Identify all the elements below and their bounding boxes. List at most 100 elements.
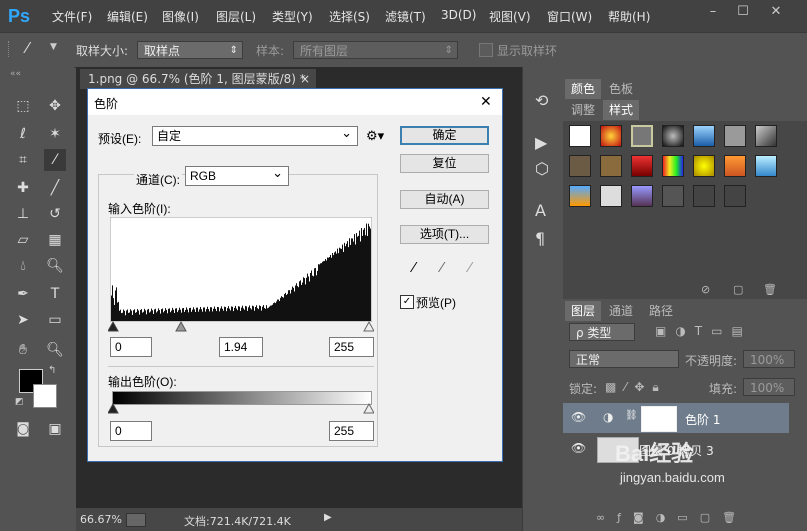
menu-type[interactable]: 类型(Y) bbox=[272, 8, 313, 25]
stamp-tool-icon[interactable]: ⊥ bbox=[12, 203, 34, 225]
move-tool-icon[interactable]: ✥ bbox=[44, 95, 66, 117]
document-tab[interactable]: 1.png @ 66.7% (色阶 1, 图层蒙版/8) * × bbox=[80, 69, 316, 89]
eyedropper-tool-icon[interactable]: ⁄ bbox=[44, 149, 66, 171]
menu-view[interactable]: 视图(V) bbox=[489, 8, 531, 25]
tab-layers[interactable]: 图层 bbox=[565, 301, 602, 321]
tab-adjustments[interactable]: 调整 bbox=[565, 100, 601, 120]
layer-row-selected[interactable]: 👁︎ ◑ ⛓︎ 色阶 1 bbox=[563, 403, 789, 433]
visibility-eye-icon[interactable]: 👁︎ bbox=[571, 410, 586, 424]
history-brush-tool-icon[interactable]: ↺ bbox=[44, 203, 66, 225]
style-swatch[interactable] bbox=[600, 185, 622, 207]
dodge-tool-icon[interactable]: 🔍︎ bbox=[44, 255, 66, 277]
style-swatch[interactable] bbox=[569, 185, 591, 207]
menu-window[interactable]: 窗口(W) bbox=[547, 8, 592, 25]
maximize-button[interactable]: ☐ bbox=[730, 2, 756, 22]
output-black-slider[interactable] bbox=[108, 403, 119, 414]
input-black-field[interactable]: 0 bbox=[110, 337, 152, 357]
close-tab-button[interactable]: × bbox=[300, 69, 310, 89]
brush-tool-icon[interactable]: ╱ bbox=[44, 177, 66, 199]
tab-color[interactable]: 颜色 bbox=[565, 79, 602, 99]
style-none-swatch[interactable] bbox=[569, 125, 591, 147]
tab-paths[interactable]: 路径 bbox=[643, 301, 679, 321]
style-swatch[interactable] bbox=[693, 185, 715, 207]
style-swatch[interactable] bbox=[569, 155, 591, 177]
input-white-field[interactable]: 255 bbox=[329, 337, 374, 357]
options-button[interactable]: 选项(T)... bbox=[400, 225, 489, 244]
tab-styles[interactable]: 样式 bbox=[603, 100, 640, 120]
actions-panel-icon[interactable]: ▶ bbox=[535, 133, 547, 152]
menu-select[interactable]: 选择(S) bbox=[329, 8, 370, 25]
zoom-level[interactable]: 66.67% bbox=[80, 513, 122, 526]
menu-help[interactable]: 帮助(H) bbox=[608, 8, 650, 25]
marquee-tool-icon[interactable]: ⬚ bbox=[12, 95, 34, 117]
opacity-input[interactable]: 100% bbox=[743, 350, 795, 368]
sample-select[interactable]: 所有图层 ⇕ bbox=[293, 41, 458, 59]
hand-tool-icon[interactable]: ✋︎ bbox=[12, 339, 34, 361]
menu-edit[interactable]: 编辑(E) bbox=[107, 8, 148, 25]
default-colors-icon[interactable]: ◩ bbox=[15, 397, 24, 407]
layer-filter-select[interactable]: ρ 类型 bbox=[569, 323, 635, 341]
close-window-button[interactable]: ✕ bbox=[763, 2, 789, 22]
quick-mask-icon[interactable]: ◙ bbox=[12, 418, 34, 440]
layer-name[interactable]: 色阶 1 bbox=[685, 411, 720, 428]
new-style-icon[interactable]: ▢ bbox=[733, 283, 743, 296]
sample-size-select[interactable]: 取样点 ⇕ bbox=[137, 41, 243, 59]
input-white-slider[interactable] bbox=[363, 321, 374, 332]
menu-file[interactable]: 文件(F) bbox=[52, 8, 92, 25]
rectangle-tool-icon[interactable]: ▭ bbox=[44, 309, 66, 331]
collapse-icon[interactable]: «« bbox=[10, 69, 21, 79]
style-swatch[interactable] bbox=[755, 125, 777, 147]
style-swatch[interactable] bbox=[724, 185, 746, 207]
eyedropper-tool-icon[interactable]: ⁄ bbox=[26, 39, 46, 59]
white-point-eyedropper-icon[interactable]: ⁄ bbox=[469, 259, 472, 276]
status-menu-arrow-icon[interactable]: ▶ bbox=[324, 512, 332, 523]
tab-swatches[interactable]: 色板 bbox=[603, 79, 639, 99]
screen-mode-icon[interactable]: ▣ bbox=[44, 418, 66, 440]
fill-input[interactable]: 100% bbox=[743, 378, 795, 396]
style-swatch[interactable] bbox=[631, 185, 653, 207]
history-panel-icon[interactable]: ⟲ bbox=[535, 91, 548, 110]
gradient-tool-icon[interactable]: ▦ bbox=[44, 229, 66, 251]
eraser-tool-icon[interactable]: ▱ bbox=[12, 229, 34, 251]
blend-mode-select[interactable]: 正常 bbox=[569, 350, 679, 368]
path-selection-tool-icon[interactable]: ➤ bbox=[12, 309, 34, 331]
auto-button[interactable]: 自动(A) bbox=[400, 190, 489, 209]
pen-tool-icon[interactable]: ✒ bbox=[12, 283, 34, 305]
clear-style-icon[interactable]: ⊘ bbox=[701, 283, 710, 296]
output-black-field[interactable]: 0 bbox=[110, 421, 152, 441]
layers-footer-icons[interactable]: ∞ƒ◙◑▭▢🗑︎ bbox=[596, 511, 748, 524]
lasso-tool-icon[interactable]: ℓ bbox=[12, 123, 34, 145]
style-swatch[interactable] bbox=[724, 125, 746, 147]
lock-icons[interactable]: ▩⁄✥🔒︎ bbox=[605, 380, 667, 395]
paragraph-panel-icon[interactable]: ¶ bbox=[535, 229, 545, 248]
preset-options-gear-icon[interactable]: ⚙▾ bbox=[366, 128, 384, 144]
gray-point-eyedropper-icon[interactable]: ⁄ bbox=[441, 259, 444, 276]
input-gamma-slider[interactable] bbox=[175, 321, 187, 332]
style-swatch[interactable] bbox=[724, 155, 746, 177]
black-point-eyedropper-icon[interactable]: ⁄ bbox=[413, 259, 416, 276]
3d-panel-icon[interactable]: ⬡ bbox=[535, 159, 549, 178]
dialog-close-button[interactable]: ✕ bbox=[480, 93, 492, 110]
style-swatch[interactable] bbox=[662, 125, 684, 147]
trash-icon[interactable]: 🗑︎ bbox=[763, 283, 777, 296]
tab-channels[interactable]: 通道 bbox=[603, 301, 639, 321]
crop-tool-icon[interactable]: ⌗ bbox=[12, 149, 34, 171]
magic-wand-tool-icon[interactable]: ✶ bbox=[44, 123, 66, 145]
zoom-tool-icon[interactable]: 🔍︎ bbox=[44, 339, 66, 361]
style-swatch[interactable] bbox=[693, 125, 715, 147]
healing-brush-tool-icon[interactable]: ✚ bbox=[12, 177, 34, 199]
menu-filter[interactable]: 滤镜(T) bbox=[385, 8, 426, 25]
background-color-swatch[interactable] bbox=[33, 384, 57, 408]
style-swatch[interactable] bbox=[600, 125, 622, 147]
show-ring-checkbox[interactable] bbox=[479, 43, 493, 57]
type-tool-icon[interactable]: T bbox=[44, 283, 66, 305]
visibility-eye-icon[interactable]: 👁︎ bbox=[571, 441, 586, 455]
style-swatch[interactable] bbox=[600, 155, 622, 177]
preview-checkbox[interactable]: ✓ bbox=[400, 295, 414, 309]
style-swatch[interactable] bbox=[693, 155, 715, 177]
minimize-button[interactable]: – bbox=[700, 2, 726, 22]
style-swatch[interactable] bbox=[631, 155, 653, 177]
input-black-slider[interactable] bbox=[108, 321, 119, 332]
layer-mask-thumbnail[interactable] bbox=[641, 406, 677, 432]
style-swatch[interactable] bbox=[755, 155, 777, 177]
